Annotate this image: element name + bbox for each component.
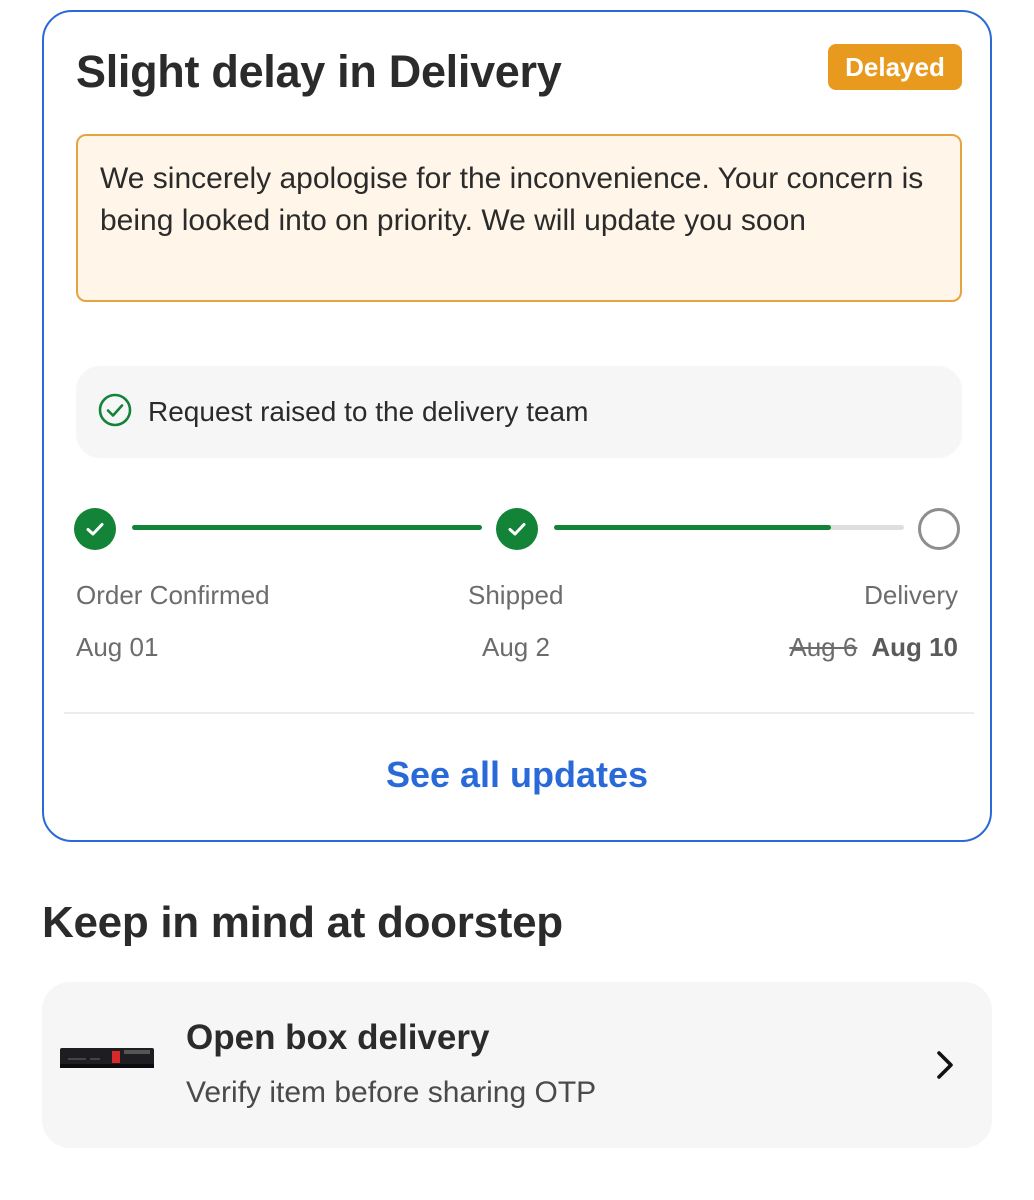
- open-box-subtitle: Verify item before sharing OTP: [186, 1076, 597, 1109]
- step-date-shipped: Aug 2: [482, 632, 550, 662]
- card-title: Slight delay in Delivery: [76, 46, 562, 97]
- revised-delivery-date: Aug 10: [871, 632, 958, 662]
- step-order-confirmed-check-icon: [74, 508, 116, 550]
- check-circle-icon: [98, 393, 132, 432]
- step-date-delivery: Aug 6 Aug 10: [789, 632, 958, 663]
- original-delivery-date: Aug 6: [789, 632, 858, 662]
- progress-bar-confirmed-shipped: [132, 525, 482, 530]
- delivery-status-card: Slight delay in Delivery Delayed We sinc…: [42, 10, 992, 842]
- status-badge: Delayed: [828, 44, 962, 90]
- divider: [64, 712, 974, 714]
- doorstep-section-heading: Keep in mind at doorstep: [42, 898, 563, 947]
- see-all-updates-link[interactable]: See all updates: [44, 754, 990, 796]
- open-box-title: Open box delivery: [186, 1018, 490, 1057]
- step-date-order-confirmed: Aug 01: [76, 632, 159, 662]
- step-label-order-confirmed: Order Confirmed: [76, 580, 270, 610]
- step-label-shipped: Shipped: [468, 580, 564, 610]
- apology-message: We sincerely apologise for the inconveni…: [76, 134, 962, 302]
- progress-bar-shipped-delivery-track: [554, 525, 904, 530]
- chevron-right-icon[interactable]: [932, 1048, 958, 1082]
- request-status-text: Request raised to the delivery team: [148, 396, 589, 427]
- step-label-delivery: Delivery: [864, 580, 958, 610]
- open-box-delivery-card[interactable]: Open box delivery Verify item before sha…: [42, 982, 992, 1148]
- progress-bar-shipped-delivery-fill: [554, 525, 831, 530]
- request-status-banner: Request raised to the delivery team: [76, 366, 962, 458]
- step-delivery-pending-icon: [918, 508, 960, 550]
- product-thumbnail: [60, 1048, 154, 1068]
- step-shipped-check-icon: [496, 508, 538, 550]
